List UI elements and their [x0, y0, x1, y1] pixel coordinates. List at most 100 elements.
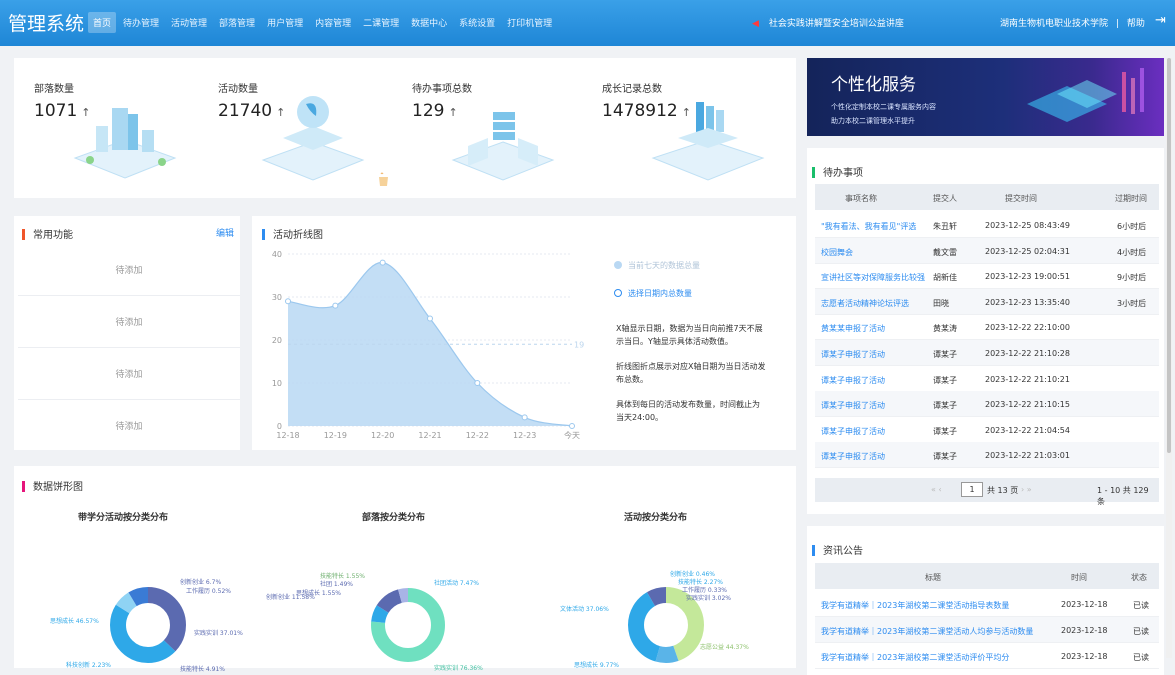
legend-date-range[interactable]: 选择日期内总数量	[614, 288, 692, 300]
building-illustration-icon	[73, 108, 177, 179]
news-status: 已读	[1133, 601, 1149, 610]
nav-content[interactable]: 内容管理	[310, 12, 356, 33]
col-header: 时间	[1071, 573, 1087, 582]
todo-name[interactable]: 谭某子申报了活动	[821, 349, 885, 360]
data-point	[285, 298, 291, 305]
news-row[interactable]: 我学有道精举｜2023年湖校第二课堂活动指导表数量 2023-12-18 已读	[815, 591, 1159, 617]
donut-credit-activity[interactable]	[108, 585, 188, 665]
nav-settings[interactable]: 系统设置	[454, 12, 500, 33]
todo-row[interactable]: 谭某子申报了活动 谭某子 2023-12-22 21:10:28	[815, 340, 1159, 366]
quick-item[interactable]: 待添加	[18, 350, 240, 400]
todo-name[interactable]: 校园舞会	[821, 247, 853, 258]
news-date: 2023-12-18	[1061, 626, 1108, 635]
todo-name[interactable]: 谭某子申报了活动	[821, 451, 885, 462]
activity-line-chart[interactable]: 0 10 20 30 40 12-18 12-19 12-20 12-21 12-22 12-23 今…	[262, 244, 592, 446]
help-link[interactable]: 帮助	[1127, 19, 1145, 29]
service-banner[interactable]: 个性化服务 个性化定制本校二课专属服务内容 助力本校二课管理水平提升	[807, 58, 1164, 136]
pie-title-tribe: 部落按分类分布	[362, 513, 426, 523]
todo-row[interactable]: 谭某子申报了活动 谭某子 2023-12-22 21:03:01	[815, 442, 1159, 469]
nav-home[interactable]: 首页	[88, 12, 117, 33]
todo-row[interactable]: 谭某子申报了活动 谭某子 2023-12-22 21:10:15	[815, 391, 1159, 418]
nav-user[interactable]: 用户管理	[262, 12, 308, 33]
todo-pagination: « ‹ 1 共 13 页 › » 1 - 10 共 129 条	[815, 478, 1159, 506]
todo-row[interactable]: 志愿者活动精神论坛评选 田晓 2023-12-23 13:35:40 3小时后	[815, 288, 1159, 315]
quick-item[interactable]: 待添加	[18, 402, 240, 452]
news-table-header: 标题 时间 状态	[815, 563, 1159, 589]
page-input[interactable]: 1	[961, 482, 983, 497]
chip-illustration-icon	[261, 96, 365, 181]
stat-label: 待办事项总数	[412, 84, 472, 95]
todo-name[interactable]: 宣讲社区等对保障服务比较强	[821, 272, 925, 283]
pie-title-credit: 带学分活动按分类分布	[78, 513, 169, 523]
page-scrollbar[interactable]	[1166, 58, 1172, 658]
logout-icon[interactable]: ⇥	[1155, 13, 1166, 28]
pie-label: 社团活动 7.47%	[434, 580, 479, 587]
todo-row[interactable]: 谭某子申报了活动 谭某子 2023-12-22 21:10:21	[815, 366, 1159, 392]
coffee-cup-icon	[379, 172, 388, 186]
prev-page-icon[interactable]: « ‹	[931, 485, 942, 494]
stat-value: 129	[412, 101, 445, 121]
quick-item[interactable]: 待添加	[18, 246, 240, 296]
todo-submitter: 戴文雷	[933, 247, 957, 257]
x-tick-label: 12-19	[324, 431, 347, 440]
x-tick-label: 12-18	[276, 431, 299, 440]
todo-row[interactable]: 宣讲社区等对保障服务比较强 胡新佳 2023-12-23 19:00:51 9小时后	[815, 263, 1159, 290]
col-header: 过期时间	[1115, 194, 1147, 203]
nav-activity[interactable]: 活动管理	[166, 12, 212, 33]
speaker-icon: ◀	[752, 19, 759, 29]
total-pages: 共 13 页	[987, 486, 1019, 495]
news-status: 已读	[1133, 653, 1149, 662]
edit-link[interactable]: 编辑	[216, 226, 234, 239]
pie-title-activity: 活动按分类分布	[624, 513, 688, 523]
todo-row[interactable]: 黄某某申报了活动 黄某涛 2023-12-22 22:10:00	[815, 314, 1159, 341]
news-row[interactable]: 我学有道精举｜2023年湖校第二课堂活动人均参与活动数量 2023-12-18 已读	[815, 617, 1159, 643]
desc-paragraph: X轴显示日期，数据为当日向前推7天不展示当日。Y轴显示具体活动数值。	[616, 324, 763, 346]
todo-name[interactable]: 谭某子申报了活动	[821, 400, 885, 411]
data-point	[427, 315, 433, 322]
book-illustration-icon	[651, 102, 765, 181]
main-nav: 首页 待办管理 活动管理 部落管理 用户管理 内容管理 二课管理 数据中心 系统…	[88, 12, 557, 33]
record-range: 1 - 10 共 129 条	[1097, 486, 1149, 506]
todo-submitter: 谭某子	[933, 350, 957, 359]
pie-label: 实践实训 37.01%	[194, 630, 243, 637]
reference-label: 19	[574, 340, 584, 349]
todo-submitter: 谭某子	[933, 401, 957, 411]
nav-tribe[interactable]: 部落管理	[214, 12, 260, 33]
todo-row[interactable]: "我有看法、我有看见"评选 朱丑轩 2023-12-25 08:43:49 6小时后	[815, 212, 1159, 238]
todo-row[interactable]: 谭某子申报了活动 谭某子 2023-12-22 21:04:54	[815, 417, 1159, 443]
school-name[interactable]: 湖南生物机电职业技术学院	[1000, 19, 1108, 29]
x-tick-label: 12-23	[513, 431, 536, 440]
notice-bar[interactable]: ◀ 社会实践讲解暨安全培训公益讲座	[752, 16, 904, 29]
banner-line: 助力本校二课管理水平提升	[831, 117, 915, 125]
todo-name[interactable]: 黄某某申报了活动	[821, 323, 885, 334]
todo-row[interactable]: 校园舞会 戴文雷 2023-12-25 02:04:31 4小时后	[815, 237, 1159, 264]
nav-todo[interactable]: 待办管理	[118, 12, 164, 33]
y-tick-label: 40	[272, 250, 282, 259]
quick-item[interactable]: 待添加	[18, 298, 240, 348]
news-link[interactable]: 我学有道精举｜2023年湖校第二课堂活动评价平均分	[821, 652, 1009, 663]
pie-charts-title: 数据饼形图	[22, 478, 83, 493]
todo-name[interactable]: "我有看法、我有看见"评选	[821, 221, 916, 232]
donut-tribe[interactable]	[368, 585, 448, 665]
todo-time: 2023-12-22 21:04:54	[985, 425, 1070, 435]
y-tick-label: 20	[272, 336, 282, 345]
nav-data[interactable]: 数据中心	[406, 12, 452, 33]
pie-label: 社团 1.49%	[320, 581, 353, 588]
next-page-icon[interactable]: › »	[1021, 485, 1032, 494]
todo-name[interactable]: 谭某子申报了活动	[821, 426, 885, 437]
data-point	[474, 380, 481, 386]
divider: |	[1115, 19, 1119, 29]
todo-name[interactable]: 谭某子申报了活动	[821, 375, 885, 386]
scrollbar-thumb[interactable]	[1167, 58, 1171, 453]
news-link[interactable]: 我学有道精举｜2023年湖校第二课堂活动指导表数量	[821, 600, 1009, 611]
news-link[interactable]: 我学有道精举｜2023年湖校第二课堂活动人均参与活动数量	[821, 626, 1033, 637]
todo-name[interactable]: 志愿者活动精神论坛评选	[821, 298, 909, 309]
y-tick-label: 0	[277, 422, 282, 431]
news-row[interactable]: 我学有道精举｜2023年湖校第二课堂活动评价平均分 2023-12-18 已读	[815, 643, 1159, 669]
nav-printer[interactable]: 打印机管理	[502, 12, 557, 33]
banner-title: 个性化服务	[831, 75, 916, 95]
nav-course[interactable]: 二课管理	[358, 12, 404, 33]
news-date: 2023-12-18	[1061, 600, 1108, 609]
x-tick-label: 今天	[564, 430, 580, 440]
legend-current-week[interactable]: 当前七天的数据总量	[614, 260, 700, 272]
